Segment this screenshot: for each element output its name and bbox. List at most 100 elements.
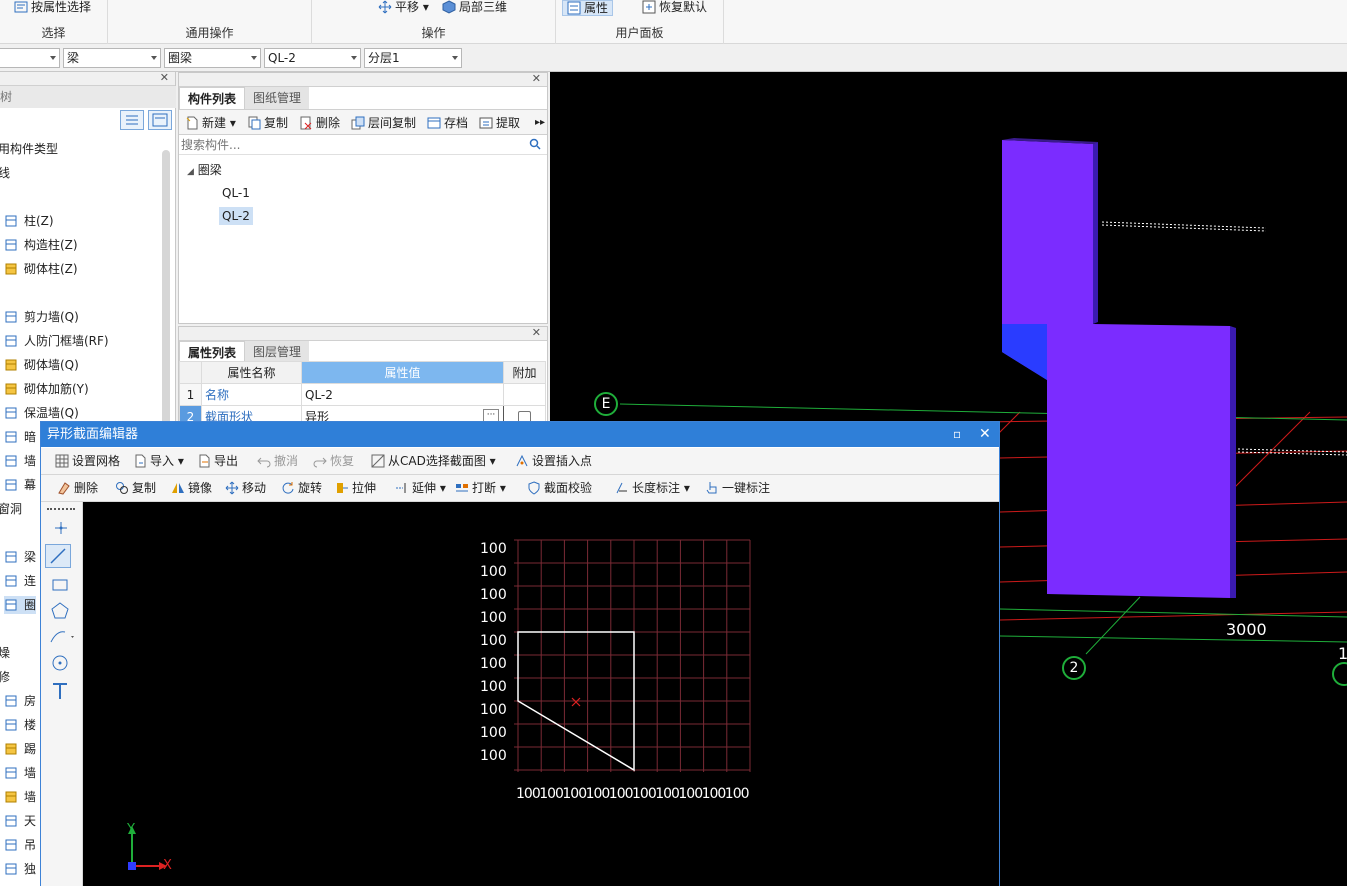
search-icon[interactable] [529,138,541,150]
tree-item[interactable]: 人防门框墙(RF) [4,332,109,350]
tree-item[interactable]: 独 [4,860,36,878]
component-select[interactable]: QL-2 [264,48,361,68]
tree-child-ql-1[interactable]: QL-1 [219,185,253,201]
move-button[interactable]: 移动 [225,480,266,496]
grid-row-label: 100 [480,679,507,695]
floor-select[interactable] [0,48,60,68]
polygon-tool-icon[interactable] [49,600,71,622]
stretch-button[interactable]: 拉伸 [335,480,376,496]
rotate-button[interactable]: 旋转 [281,480,322,496]
point-tool-icon[interactable] [51,518,71,538]
tree-item[interactable]: 墙 [4,788,36,806]
set-insert-point-button[interactable]: 设置插入点 [515,453,592,469]
tree-item[interactable]: 剪力墙(Q) [4,308,79,326]
table-row[interactable]: 1 名称 QL-2 [179,383,546,406]
close-icon[interactable]: ✕ [979,422,991,447]
close-icon[interactable]: ✕ [532,326,541,339]
tree-item[interactable]: 墙 [4,452,36,470]
set-grid-button[interactable]: 设置网格 [55,453,120,469]
type-select[interactable]: 梁 [63,48,161,68]
new-button[interactable]: 新建 ▾ [185,115,236,131]
tree-item[interactable]: 圈 [4,596,37,614]
undo-button[interactable]: 撤消 [257,453,298,469]
more-tools-button[interactable]: ▸▸ [535,115,545,131]
tree-item[interactable]: 吊 [4,836,36,854]
grid-row-label: 100 [480,725,507,741]
tree-item-label: 燥 [0,646,11,660]
select-by-property-button[interactable]: 按属性选择 [14,0,91,16]
restore-default-button[interactable]: 恢复默认 [642,0,707,16]
circle-tool-icon[interactable] [49,652,71,674]
tree-item[interactable]: 构造柱(Z) [4,236,78,254]
tree-item[interactable]: 天 [4,812,36,830]
maximize-icon[interactable]: ▫ [953,422,961,447]
tree-item[interactable]: 幕 [4,476,36,494]
tree-item[interactable]: 砌体加筋(Y) [4,380,89,398]
tree-item[interactable]: 暗 [4,428,36,446]
select-from-cad-label: 从CAD选择截面图 [388,454,486,468]
section-check-button[interactable]: 截面校验 [527,480,592,496]
one-click-dimension-button[interactable]: 一键标注 [705,480,770,496]
redo-button[interactable]: 恢复 [313,453,354,469]
extract-button[interactable]: 提取 [479,115,520,131]
editor-titlebar: 异形截面编辑器 ▫ ✕ [41,422,999,447]
tree-item[interactable]: 连 [4,572,36,590]
tab-drawing-management[interactable]: 图纸管理 [245,87,310,109]
tree-item[interactable]: 保温墙(Q) [4,404,79,422]
floor-copy-button[interactable]: 层间复制 [351,115,416,131]
section-canvas[interactable]: Y X 100 100 100 100 100 100 100 100 100 100 100 10… [83,502,999,886]
tree-item[interactable]: 砌体墙(Q) [4,356,79,374]
close-icon[interactable]: ✕ [160,71,169,84]
tree-item[interactable]: 踢 [4,740,36,758]
tree-item[interactable]: 线 [0,164,10,182]
tree-item[interactable]: 墙 [4,764,36,782]
tab-property-list[interactable]: 属性列表 [179,341,246,363]
list-view-button[interactable] [120,110,144,130]
extend-button[interactable]: 延伸 ▾ [395,480,446,496]
copy-button[interactable]: 复制 [247,115,288,131]
tree-item[interactable]: 窗洞 [0,500,22,518]
tree-item[interactable]: 柱(Z) [4,212,54,230]
archive-button[interactable]: 存档 [427,115,468,131]
tree-item[interactable]: 燥 [0,644,10,662]
tree-item-label: 剪力墙(Q) [24,310,79,324]
tree-item[interactable]: 砌体柱(Z) [4,260,78,278]
copy-icon [116,482,128,494]
export-button[interactable]: 导出 [197,453,238,469]
tab-layer-management[interactable]: 图层管理 [245,341,310,363]
tree-item[interactable]: 房 [4,692,36,710]
expand-arrow-icon[interactable]: ◢ [187,167,194,177]
arc-tool-icon[interactable] [47,626,77,648]
properties-button[interactable]: 属性 [562,0,614,16]
import-button[interactable]: 导入 ▾ [133,453,184,469]
detail-view-button[interactable] [148,110,172,130]
tree-child-ql-2[interactable]: QL-2 [219,207,253,225]
break-button[interactable]: 打断 ▾ [455,480,506,496]
tree-root-ring-beam[interactable]: ◢ 圈梁 [187,161,222,178]
tab-component-list[interactable]: 构件列表 [179,87,246,109]
property-value[interactable]: QL-2 [301,383,504,406]
tree-item[interactable]: 用构件类型 [0,140,58,158]
tree-item[interactable]: 修 [0,668,10,686]
edit-delete-button[interactable]: 删除 [57,480,98,496]
rectangle-tool-icon[interactable] [49,574,71,596]
text-tool-icon[interactable] [49,680,71,702]
property-titlebar: ✕ [179,326,547,341]
mirror-button[interactable]: 镜像 [171,480,212,496]
select-from-cad-button[interactable]: 从CAD选择截面图 ▾ [371,453,496,469]
search-input[interactable] [179,135,519,154]
undo-icon [257,457,271,468]
extend-label: 延伸 [412,481,437,495]
edit-copy-button[interactable]: 复制 [115,480,156,496]
pan-button[interactable]: 平移 ▾ [378,0,429,16]
close-icon[interactable]: ✕ [532,72,541,85]
layer-select[interactable]: 分层1 [364,48,462,68]
tree-item[interactable]: 梁 [4,548,36,566]
subtype-select[interactable]: 圈梁 [164,48,261,68]
delete-button[interactable]: 删除 [299,115,340,131]
line-tool-button[interactable] [45,544,71,568]
tree-item[interactable]: 楼 [4,716,36,734]
tree-item-label: 天 [24,814,37,828]
length-dimension-button[interactable]: 长度标注 ▾ [615,480,690,496]
local-3d-button[interactable]: 局部三维 [442,0,507,16]
